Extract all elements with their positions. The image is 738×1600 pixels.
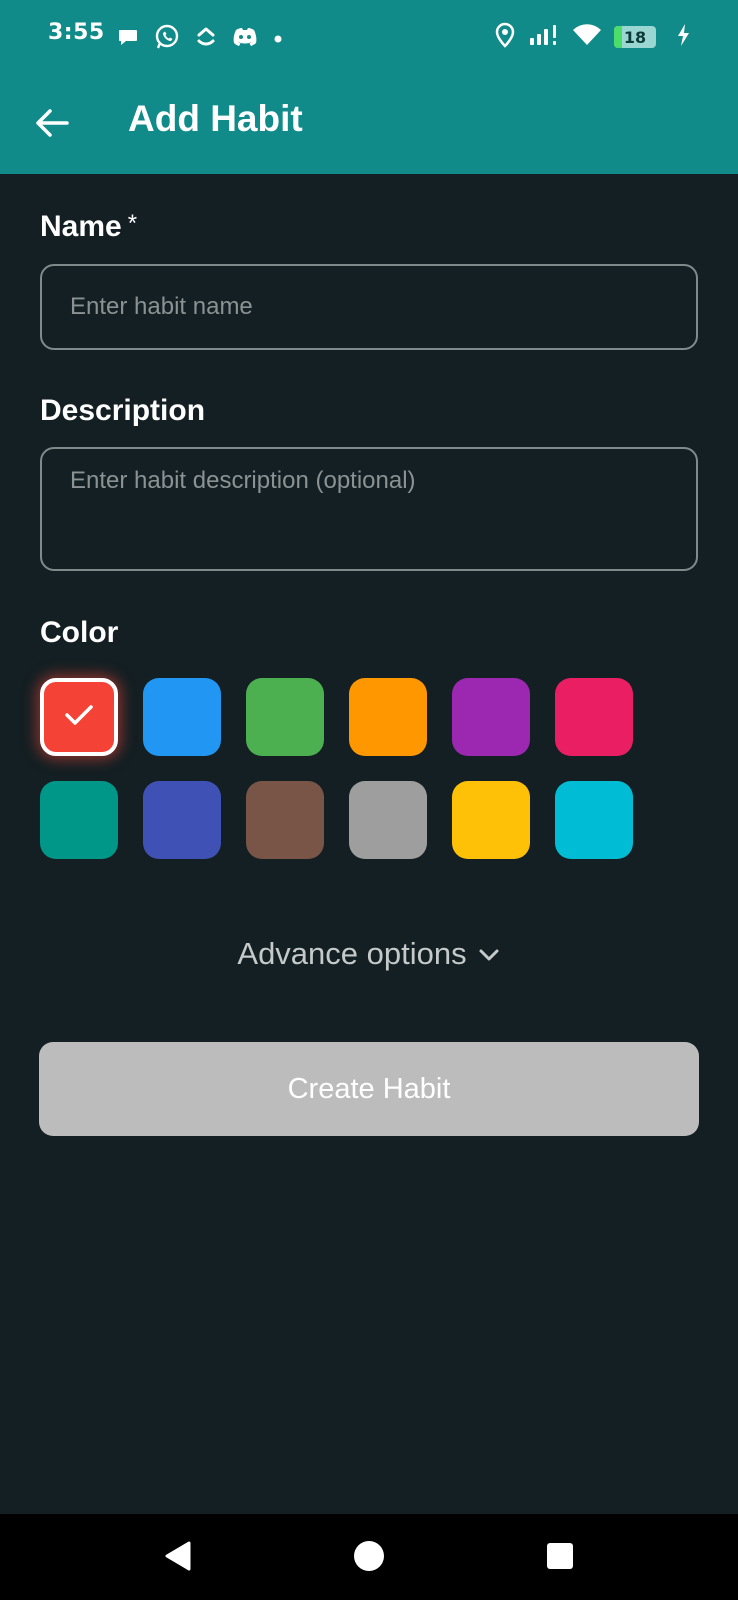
battery-icon: 18 [614,25,664,49]
description-label: Description [40,394,206,427]
color-swatch[interactable] [246,781,324,859]
nav-recents-button[interactable] [540,1538,580,1578]
color-swatch[interactable] [40,678,118,756]
create-habit-label: Create Habit [287,1072,451,1105]
whatsapp-icon [154,24,180,54]
page-title: Add Habit [128,98,303,139]
habit-name-input[interactable] [40,264,698,350]
app-bar: Add Habit [0,76,738,174]
color-swatch[interactable] [452,781,530,859]
charging-icon [676,23,690,51]
wifi-icon [572,23,602,51]
color-swatch[interactable] [555,678,633,756]
chat-bubble-icon [116,25,140,53]
color-swatch[interactable] [143,781,221,859]
arrow-left-icon [35,108,69,142]
dot-icon [272,30,284,49]
color-swatch[interactable] [246,678,324,756]
chevron-down-icon [477,936,501,972]
color-swatch[interactable] [40,781,118,859]
notification-icons [116,24,284,54]
signal-icon [528,23,560,51]
discord-icon [232,26,258,52]
required-mark: * [127,210,138,237]
status-bar: 3:55 18 [0,0,738,76]
habit-description-input[interactable] [40,447,698,571]
name-label-text: Name [40,210,122,243]
status-time: 3:55 [48,20,105,45]
nav-back-button[interactable] [158,1538,198,1578]
system-icons: 18 [494,22,690,52]
home-circle-icon [352,1539,386,1577]
recents-square-icon [545,1541,575,1575]
color-swatch[interactable] [143,678,221,756]
advance-options-label: Advance options [237,936,467,971]
back-triangle-icon [161,1539,195,1577]
color-swatch[interactable] [555,781,633,859]
color-swatch[interactable] [452,678,530,756]
color-label: Color [40,616,119,649]
battery-level: 18 [623,27,647,47]
location-icon [494,22,516,52]
clickup-icon [194,25,218,53]
name-label: Name * [40,210,137,244]
nav-home-button[interactable] [349,1538,389,1578]
system-nav-bar [0,1514,738,1600]
back-button[interactable] [28,101,76,149]
advance-options-toggle[interactable]: Advance options [0,936,738,972]
add-habit-screen: 3:55 18 Add Habit Name * Enter habit nam… [0,0,738,1600]
color-swatch[interactable] [349,678,427,756]
color-picker [40,678,633,859]
color-swatch[interactable] [349,781,427,859]
create-habit-button[interactable]: Create Habit [39,1042,699,1136]
checkmark-icon [64,703,94,731]
